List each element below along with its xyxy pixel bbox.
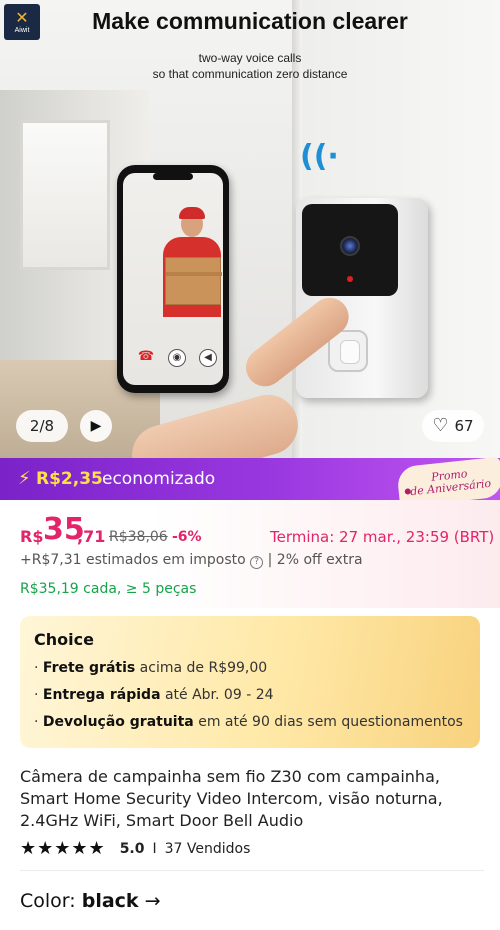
- color-selector[interactable]: Color: black →: [20, 890, 161, 912]
- phone-illustration: ☎ ◉ ◀: [117, 165, 229, 393]
- benefit-fast-delivery: · Entrega rápida até Abr. 09 - 24: [34, 687, 274, 703]
- benefit-detail: até Abr. 09 - 24: [160, 687, 274, 703]
- camera-icon: ◉: [168, 349, 186, 367]
- hangup-icon: ☎: [137, 349, 155, 364]
- speaker-icon: ◀: [199, 349, 217, 367]
- tax-text: +R$7,31 estimados em imposto: [20, 552, 246, 568]
- price-cents: ,71: [77, 527, 106, 546]
- savings-label: economizado: [102, 469, 216, 489]
- background-window: [20, 120, 110, 270]
- rating-separator: I: [152, 841, 157, 857]
- call-controls: ☎ ◉ ◀: [137, 349, 217, 367]
- heart-icon: ♡: [432, 415, 449, 436]
- savings-amount: R$2,35: [36, 469, 103, 489]
- price-currency: R$: [20, 527, 44, 546]
- color-label: Color:: [20, 890, 82, 912]
- benefit-label: Frete grátis: [42, 660, 136, 676]
- play-icon: ▶: [90, 418, 102, 434]
- package-box: [165, 257, 222, 305]
- benefit-free-shipping: · Frete grátis acima de R$99,00: [34, 660, 268, 676]
- section-divider: [20, 870, 484, 871]
- question-icon[interactable]: ?: [250, 556, 264, 569]
- wifi-signal-icon: ((·: [300, 139, 339, 174]
- product-image-gallery[interactable]: ✕ Aiwit Make communication clearer two-w…: [0, 0, 500, 458]
- play-video-button[interactable]: ▶: [80, 410, 112, 442]
- arrow-right-icon: →: [144, 890, 161, 912]
- doorbell-panel: [302, 204, 398, 296]
- choice-benefits-card[interactable]: Choice · Frete grátis acima de R$99,00 ·…: [20, 616, 480, 748]
- rating-score: 5.0: [119, 841, 145, 857]
- badge-line2: de Aniversário: [409, 476, 492, 499]
- sold-count: 37 Vendidos: [164, 841, 251, 857]
- rating-row[interactable]: ★★★★★ 5.0 I 37 Vendidos: [20, 840, 250, 858]
- image-counter: 2/8: [16, 410, 68, 442]
- status-led: [347, 276, 353, 282]
- star-icon: ★★★★★: [20, 838, 106, 859]
- wishlist-button[interactable]: ♡ 67: [422, 410, 484, 442]
- benefit-detail: acima de R$99,00: [135, 660, 268, 676]
- tax-estimate: +R$7,31 estimados em imposto ? | 2% off …: [20, 552, 363, 569]
- color-value: black: [81, 890, 139, 912]
- phone-notch: [153, 173, 193, 180]
- benefit-free-return: · Devolução gratuita em até 90 dias sem …: [34, 714, 463, 730]
- hero-title: Make communication clearer: [92, 8, 408, 34]
- choice-title: Choice: [34, 630, 94, 649]
- benefit-label: Entrega rápida: [42, 687, 161, 703]
- sale-end-time: Termina: 27 mar., 23:59 (BRT): [270, 528, 495, 546]
- benefit-label: Devolução gratuita: [42, 714, 194, 730]
- doorbell-illustration: [296, 198, 428, 398]
- bolt-icon: ⚡: [18, 468, 31, 489]
- camera-lens: [340, 236, 360, 256]
- hero-subtitle: two-way voice calls so that communicatio…: [0, 50, 500, 82]
- original-price: R$38,06: [109, 529, 168, 545]
- hero-subtitle-line1: two-way voice calls: [198, 51, 302, 65]
- price-section: R$ 35 ,71 R$38,06 -6% Termina: 27 mar., …: [0, 500, 500, 608]
- phone-screen: ☎ ◉ ◀: [123, 173, 223, 385]
- benefit-detail: em até 90 dias sem questionamentos: [193, 714, 463, 730]
- bulk-price: R$35,19 cada, ≥ 5 peças: [20, 581, 197, 597]
- hero-subtitle-line2: so that communication zero distance: [152, 67, 348, 81]
- wishlist-count: 67: [454, 417, 474, 435]
- product-title: Câmera de campainha sem fio Z30 com camp…: [20, 767, 443, 830]
- extra-off-text: | 2% off extra: [263, 552, 363, 568]
- discount-badge: -6%: [172, 529, 202, 545]
- courier-cap: [179, 207, 205, 219]
